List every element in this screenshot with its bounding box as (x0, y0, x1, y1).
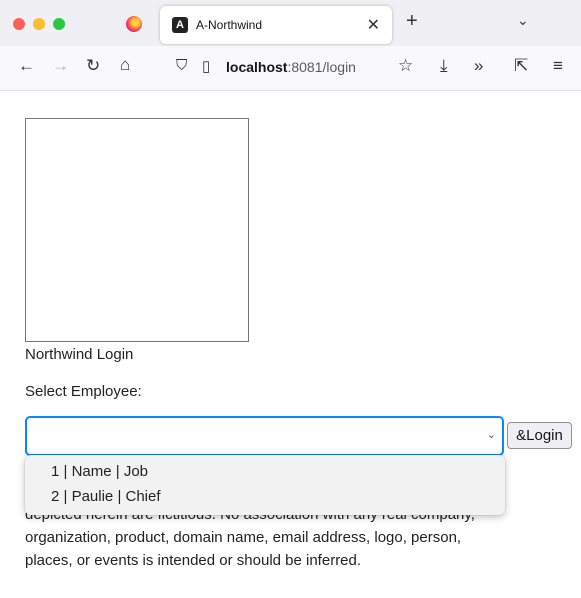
tab-title: A-Northwind (196, 18, 263, 32)
browser-navigation-bar: ← → ↻ ⌂ ⛉ ▯ localhost:8081/login ☆ ⤓ » ⇱… (0, 46, 581, 91)
list-all-tabs-chevron-down-icon[interactable]: ⌄ (517, 12, 529, 29)
url-bar[interactable]: localhost:8081/login (226, 59, 356, 75)
hamburger-menu-icon[interactable]: ≡ (553, 56, 563, 76)
forward-arrow-icon[interactable]: → (52, 56, 69, 76)
overflow-chevrons-icon[interactable]: » (474, 56, 483, 76)
dropdown-option-2[interactable]: 2 | Paulie | Chief (51, 488, 161, 505)
employee-dropdown-list[interactable]: 1 | Name | Job 2 | Paulie | Chief (25, 455, 505, 515)
back-arrow-icon[interactable]: ← (18, 56, 35, 76)
chevron-down-icon: ⌄ (486, 429, 496, 441)
home-icon[interactable]: ⌂ (120, 55, 130, 75)
page-info-icon[interactable]: ▯ (202, 57, 210, 75)
tracking-protection-icon[interactable]: ⛉ (176, 57, 187, 74)
minimize-window-button[interactable] (33, 18, 45, 30)
employee-select[interactable]: ⌄ (25, 416, 504, 456)
page-title: Northwind Login (25, 346, 134, 363)
new-tab-button[interactable]: + (406, 10, 418, 33)
tab-close-icon[interactable]: ✕ (367, 15, 380, 35)
select-employee-label: Select Employee: (25, 383, 142, 400)
dropdown-option-1[interactable]: 1 | Name | Job (51, 463, 148, 480)
login-button[interactable]: &Login (507, 422, 572, 449)
bookmark-star-icon[interactable]: ☆ (398, 56, 413, 76)
logo-image-placeholder (25, 118, 249, 342)
angular-favicon-icon: A (172, 17, 188, 33)
tab-a-northwind[interactable]: A A-Northwind ✕ (160, 6, 392, 44)
page-content: Northwind Login Select Employee: ⌄ &Logi… (0, 91, 581, 598)
url-path: :8081/login (287, 59, 356, 75)
close-window-button[interactable] (13, 18, 25, 30)
share-icon[interactable]: ⇱ (514, 56, 528, 76)
firefox-icon[interactable] (126, 16, 142, 32)
reload-icon[interactable]: ↻ (86, 56, 100, 76)
browser-tab-bar: A A-Northwind ✕ + ⌄ (0, 0, 581, 46)
url-host: localhost (226, 59, 288, 75)
zoom-window-button[interactable] (53, 18, 65, 30)
download-icon[interactable]: ⤓ (440, 56, 448, 76)
